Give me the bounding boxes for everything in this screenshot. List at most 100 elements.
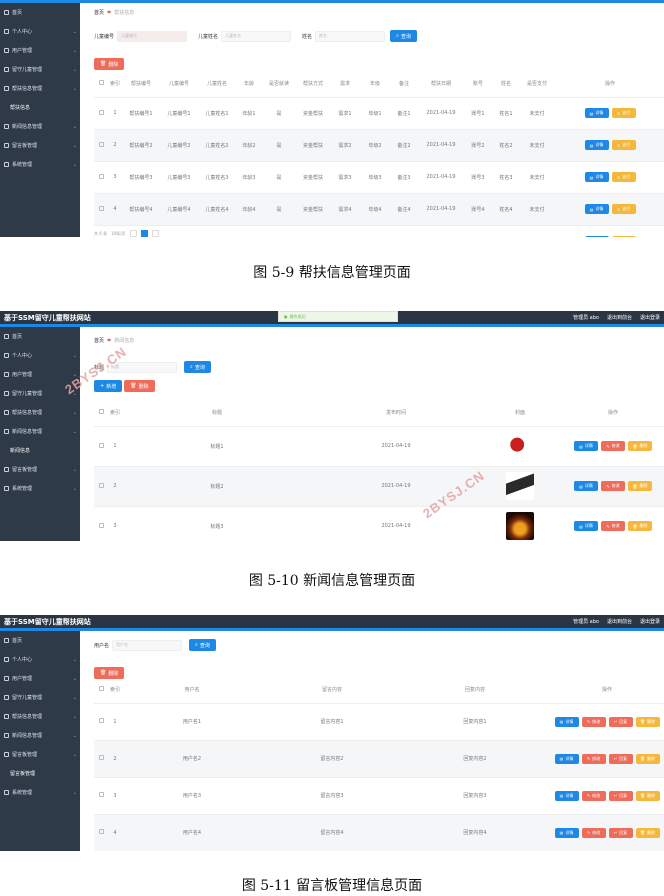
column-header[interactable]: 帮扶编号 [122,71,160,98]
detail-button[interactable]: ▤详情 [554,827,579,838]
next-page-button[interactable] [151,230,159,237]
batch-delete-button[interactable]: 🗑 删除 [94,58,125,70]
detail-button[interactable]: ▤详情 [554,716,579,727]
sidebar-item-8[interactable]: 系统管理 ⌄ [0,479,80,498]
detail-button[interactable]: ▤详情 [574,481,598,491]
sidebar-item-8[interactable]: 系统管理 ⌄ [0,783,80,802]
sidebar-item-6[interactable]: 留言板管理 ⌄ [0,745,80,764]
sidebar-item-4[interactable]: 帮扶信息管理 ⌄ [0,403,80,422]
select-all-checkbox[interactable] [94,677,108,704]
edit-button[interactable]: ✎ 修改 [601,481,625,491]
column-header[interactable]: 回复内容 [402,677,548,704]
detail-button[interactable]: ▤详情 [554,790,579,801]
column-header[interactable]: 发布时间 [312,400,480,427]
detail-button[interactable]: ▤详情 [584,140,609,150]
delete-button[interactable]: 🗑 删除 [635,790,660,801]
column-header[interactable]: 索引 [108,677,122,704]
sidebar-item-0[interactable]: 首页 [0,631,80,650]
column-header[interactable]: 儿童编号 [160,71,198,98]
sidebar-item-2[interactable]: 用户管理 ⌄ [0,41,80,60]
prev-page-button[interactable] [129,230,137,237]
edit-button[interactable]: ✎ 修改 [581,790,606,801]
column-header[interactable]: 帮扶方式 [296,71,330,98]
edit-button[interactable]: ✎ 修改 [581,753,606,764]
sidebar-item-4[interactable]: 帮扶信息管理 ⌄ [0,79,80,98]
pay-button[interactable]: ✎支付 [611,236,636,237]
child-no-input[interactable]: 儿童编号 [117,30,188,42]
delete-button[interactable]: 🗑 删除 [635,827,660,838]
column-header[interactable]: 年级 [360,71,390,98]
pay-button[interactable]: ✎支付 [611,140,636,150]
edit-button[interactable]: ✎ 修改 [581,827,606,838]
detail-button[interactable]: ▤详情 [584,172,609,182]
row-checkbox[interactable] [94,129,108,162]
sidebar-item-5[interactable]: 新闻信息管理 ⌄ [0,422,80,441]
batch-delete-button[interactable]: 🗑 删除 [124,380,155,392]
row-checkbox[interactable] [94,506,108,541]
row-checkbox[interactable] [94,193,108,226]
detail-button[interactable]: ▤详情 [574,521,598,531]
child-name-input[interactable]: 儿童姓名 [221,30,292,42]
pay-button[interactable]: ✎支付 [611,204,636,214]
row-checkbox[interactable] [94,703,108,741]
sidebar-item-2[interactable]: 用户管理 ⌄ [0,669,80,688]
sidebar-item-7[interactable]: 留言板管理 [0,764,80,783]
detail-button[interactable]: ▤详情 [584,108,609,118]
breadcrumb-home[interactable]: 首页 [94,9,104,16]
column-header[interactable]: 留言内容 [262,677,402,704]
column-header[interactable]: 需求 [330,71,360,98]
sidebar-item-7[interactable]: 留言板管理 ⌄ [0,460,80,479]
column-header[interactable]: 是否支付 [520,71,554,98]
column-header[interactable]: 备注 [390,71,418,98]
column-header[interactable]: 用户名 [122,677,262,704]
sidebar-item-6[interactable]: 新闻信息管理 ⌄ [0,117,80,136]
detail-button[interactable]: ▤详情 [574,441,598,451]
row-checkbox[interactable] [94,161,108,194]
row-checkbox[interactable] [94,777,108,815]
row-checkbox[interactable] [94,740,108,778]
sidebar-item-3[interactable]: 留守儿童管理 ⌄ [0,688,80,707]
row-checkbox[interactable] [94,97,108,130]
page-size-select[interactable]: 10条/页 [111,231,125,237]
sidebar-item-5[interactable]: 帮扶信息 [0,98,80,117]
column-header[interactable]: 索引 [108,71,122,98]
row-checkbox[interactable] [94,426,108,467]
reply-button[interactable]: ↩ 回复 [608,753,633,764]
column-header[interactable]: 年龄 [236,71,262,98]
detail-button[interactable]: ▤详情 [584,204,609,214]
sidebar-item-0[interactable]: 首页 [0,3,80,22]
column-header[interactable]: 标题 [122,400,312,427]
pay-button[interactable]: ✎支付 [611,108,636,118]
delete-button[interactable]: 🗑 删除 [628,481,652,491]
sidebar-item-5[interactable]: 新闻信息管理 ⌄ [0,726,80,745]
sidebar-item-7[interactable]: 留言板管理 ⌄ [0,136,80,155]
sidebar-item-3[interactable]: 留守儿童管理 ⌄ [0,60,80,79]
search-button[interactable]: ⌕ 查询 [184,361,211,373]
page-1-button[interactable] [140,230,148,237]
logout-link[interactable]: 退出登录 [640,314,660,321]
go-frontend-link[interactable]: 退出到前台 [607,314,632,321]
pay-button[interactable]: ✎支付 [611,172,636,182]
row-checkbox[interactable] [94,814,108,851]
column-header[interactable]: 账号 [464,71,492,98]
column-header[interactable]: 姓名 [492,71,520,98]
sidebar-item-1[interactable]: 个人中心 ⌄ [0,22,80,41]
breadcrumb-home[interactable]: 首页 [94,337,104,344]
delete-button[interactable]: 🗑 删除 [628,441,652,451]
column-header[interactable]: 索引 [108,400,122,427]
column-header[interactable]: 儿童姓名 [198,71,236,98]
username-input[interactable]: 用户名 [112,639,183,651]
search-button[interactable]: ⌕ 查询 [189,639,216,651]
edit-button[interactable]: ✎ 修改 [601,521,625,531]
sidebar-item-6[interactable]: 新闻信息 [0,441,80,460]
row-checkbox[interactable] [94,466,108,507]
select-all-checkbox[interactable] [94,71,108,98]
sidebar-item-4[interactable]: 帮扶信息管理 ⌄ [0,707,80,726]
logout-link[interactable]: 退出登录 [640,618,660,625]
delete-button[interactable]: 🗑 删除 [635,716,660,727]
column-header[interactable]: 封面 [480,400,560,427]
sidebar-item-1[interactable]: 个人中心 ⌄ [0,650,80,669]
delete-button[interactable]: 🗑 删除 [628,521,652,531]
search-button[interactable]: ⌕ 查询 [390,30,417,42]
sidebar-item-8[interactable]: 系统管理 ⌄ [0,155,80,174]
